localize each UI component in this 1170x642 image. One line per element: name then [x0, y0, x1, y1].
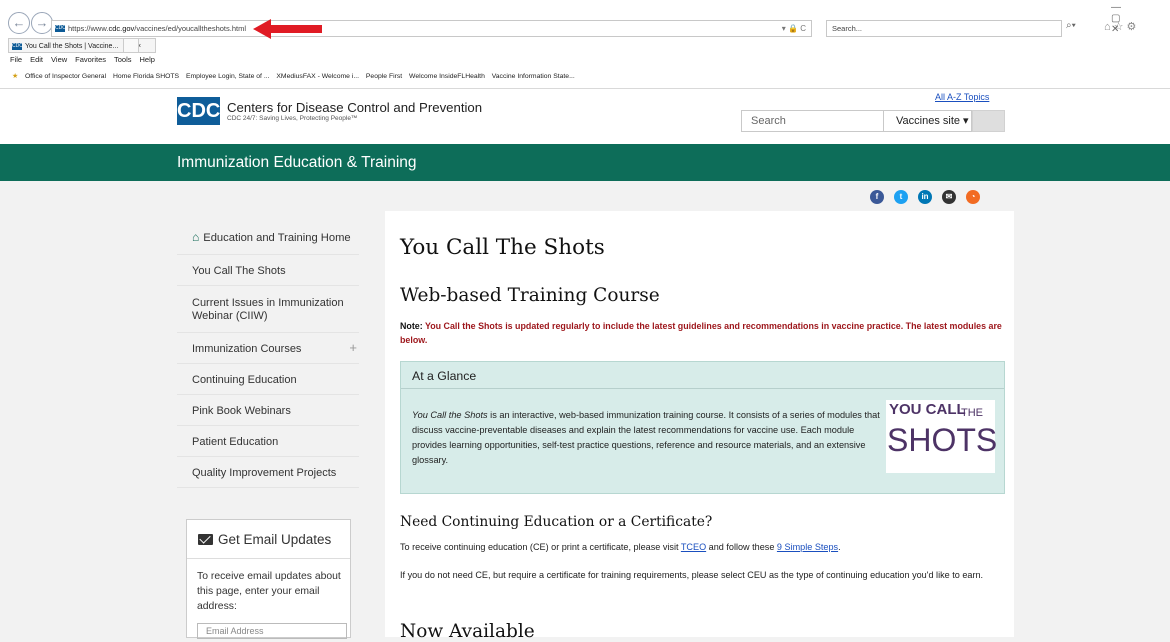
menu-favorites[interactable]: Favorites [75, 55, 106, 64]
favorite-link[interactable]: Employee Login, State of ... [186, 73, 270, 80]
site-favicon-icon: CDC [55, 25, 66, 32]
now-available-heading: Now Available [400, 621, 535, 642]
browser-chrome: — ▢ ✕ ← → CDC https://www.cdc.gov/vaccin… [0, 0, 1170, 89]
url-path: /vaccines/ed/youcalltheshots.html [134, 24, 247, 33]
ce-text-suffix: . [838, 542, 841, 552]
address-bar-icons[interactable]: ▾ 🔒 C [782, 21, 806, 36]
nav-pink-book-webinars[interactable]: Pink Book Webinars [177, 395, 359, 426]
favorite-link[interactable]: Welcome InsideFLHealth [409, 73, 485, 80]
email-updates-header: Get Email Updates [187, 520, 350, 559]
site-search-input[interactable]: Search [741, 110, 884, 132]
email-updates-panel: Get Email Updates To receive email updat… [186, 519, 351, 639]
favorite-link[interactable]: Home Florida SHOTS [113, 73, 179, 80]
tab-favicon-icon: CDC [12, 43, 23, 50]
red-arrow-annotation-icon [253, 19, 322, 39]
ce-paragraph: To receive continuing education (CE) or … [400, 542, 1000, 552]
browser-search-box[interactable]: Search... [826, 20, 1062, 37]
twitter-icon[interactable]: t [894, 190, 908, 204]
at-a-glance-box: At a Glance You Call the Shots is an int… [400, 361, 1005, 494]
page-subtitle: Web-based Training Course [400, 285, 660, 306]
section-banner [0, 144, 1170, 181]
nav-home-label: Education and Training Home [203, 232, 351, 244]
forward-button[interactable]: → [31, 12, 53, 34]
menu-view[interactable]: View [51, 55, 67, 64]
simple-steps-link[interactable]: 9 Simple Steps [777, 542, 838, 552]
favorite-link[interactable]: Vaccine Information State... [492, 73, 575, 80]
tab-title: You Call the Shots | Vaccine... [25, 43, 119, 50]
syndicate-icon[interactable]: ◔ [966, 190, 980, 204]
menu-tools[interactable]: Tools [114, 55, 132, 64]
organization-name[interactable]: Centers for Disease Control and Preventi… [227, 100, 482, 115]
favorite-link[interactable]: People First [366, 73, 402, 80]
page-title: You Call The Shots [400, 235, 605, 260]
favorite-link[interactable]: Office of Inspector General [25, 73, 106, 80]
favorite-link[interactable]: XMediusFAX - Welcome i... [276, 73, 359, 80]
at-a-glance-text: You Call the Shots is an interactive, we… [412, 408, 880, 468]
search-icon[interactable]: ⌕▾ [1066, 20, 1076, 31]
tceo-link[interactable]: TCEO [681, 542, 706, 552]
left-navigation: ⌂ Education and Training Home You Call Th… [177, 221, 359, 488]
you-call-the-shots-logo: YOU CALL THE SHOTS [886, 400, 998, 473]
share-toolbar: f t in ✉ ◔ [870, 190, 1010, 206]
expand-plus-icon[interactable]: + [349, 341, 357, 354]
menu-edit[interactable]: Edit [30, 55, 43, 64]
cdc-logo[interactable]: CDC [177, 97, 220, 125]
linkedin-icon[interactable]: in [918, 190, 932, 204]
search-submit-button[interactable] [972, 110, 1005, 132]
all-topics-link[interactable]: All A-Z Topics [935, 92, 989, 102]
envelope-icon [198, 534, 213, 545]
section-title[interactable]: Immunization Education & Training [177, 154, 417, 172]
ce-text-middle: and follow these [706, 542, 777, 552]
menu-file[interactable]: File [10, 55, 22, 64]
toolbar-icons[interactable]: ⌂☆⚙ [1104, 20, 1139, 33]
favorites-star-icon[interactable]: ★ [12, 73, 18, 80]
logo-top-text: YOU CALL [889, 401, 966, 418]
at-a-glance-title: At a Glance [412, 369, 477, 383]
browser-search-placeholder: Search... [832, 24, 863, 33]
organization-tagline: CDC 24/7: Saving Lives, Protecting Peopl… [227, 115, 358, 122]
new-tab-button[interactable] [123, 38, 139, 53]
update-note: Note: You Call the Shots is updated regu… [400, 319, 1006, 347]
favorites-bar: ★ Office of Inspector General Home Flori… [12, 72, 580, 87]
logo-bottom-text: SHOTS [887, 422, 998, 458]
ce-heading: Need Continuing Education or a Certifica… [400, 514, 713, 530]
note-label: Note: [400, 321, 425, 331]
note-text: You Call the Shots is updated regularly … [400, 321, 1002, 345]
email-updates-title: Get Email Updates [218, 532, 332, 547]
facebook-icon[interactable]: f [870, 190, 884, 204]
course-name: You Call the Shots [412, 410, 488, 420]
home-icon: ⌂ [192, 230, 200, 244]
at-a-glance-header: At a Glance [401, 362, 1004, 389]
nav-quality-improvement[interactable]: Quality Improvement Projects [177, 457, 359, 488]
back-button[interactable]: ← [8, 12, 30, 34]
logo-the-text: THE [961, 407, 983, 419]
nav-education-home[interactable]: ⌂ Education and Training Home [177, 221, 359, 255]
menu-bar: File Edit View Favorites Tools Help [10, 55, 163, 64]
nav-current-issues[interactable]: Current Issues in Immunization Webinar (… [177, 286, 359, 333]
menu-help[interactable]: Help [140, 55, 155, 64]
nav-immunization-courses-label: Immunization Courses [192, 343, 302, 355]
search-scope-dropdown[interactable]: Vaccines site ▾ [884, 110, 972, 132]
ceu-paragraph: If you do not need CE, but require a cer… [400, 570, 984, 580]
nav-continuing-education[interactable]: Continuing Education [177, 364, 359, 395]
nav-immunization-courses[interactable]: Immunization Courses + [177, 333, 359, 364]
email-updates-description: To receive email updates about this page… [197, 571, 341, 612]
nav-you-call-the-shots[interactable]: You Call The Shots [177, 255, 359, 286]
url-prefix: https://www. [68, 24, 109, 33]
ce-text-prefix: To receive continuing education (CE) or … [400, 542, 681, 552]
nav-patient-education[interactable]: Patient Education [177, 426, 359, 457]
email-icon[interactable]: ✉ [942, 190, 956, 204]
url-host: cdc.gov [108, 24, 135, 33]
address-bar[interactable]: CDC https://www.cdc.gov/vaccines/ed/youc… [51, 20, 812, 37]
